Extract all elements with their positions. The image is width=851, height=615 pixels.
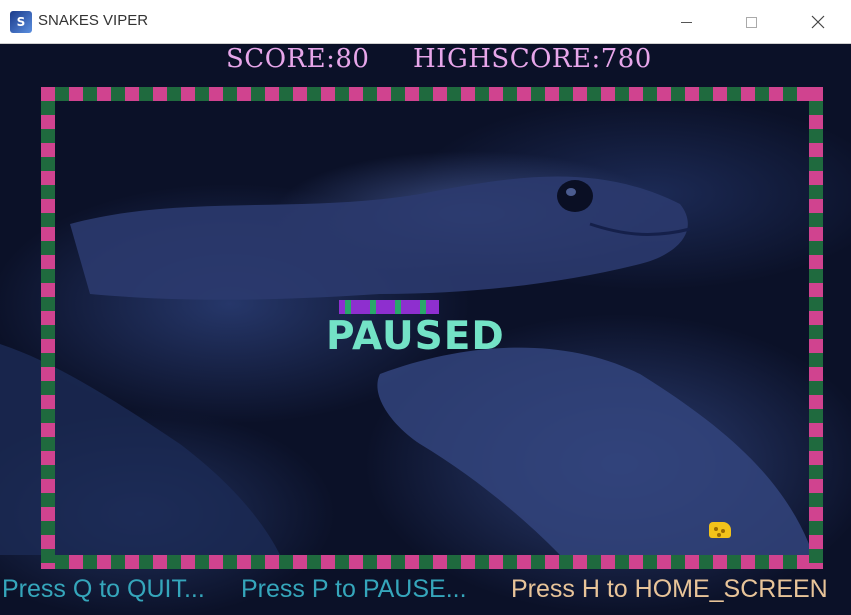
arena-border-right [809,87,823,569]
minimize-button[interactable] [663,0,709,44]
snake-body [339,300,439,314]
window-titlebar: S SNAKES VIPER [0,0,851,44]
home-screen-hint: Press H to HOME_SCREEN [511,575,828,603]
close-icon [811,15,825,29]
arena-border-left [41,87,55,569]
score-text: SCORE:80 [226,44,370,74]
arena-border-bottom [41,555,823,569]
quit-hint: Press Q to QUIT... [2,575,205,603]
game-canvas[interactable]: SCORE:80 HIGHSCORE:780 PAUSED Press Q to… [0,44,851,615]
window-title: SNAKES VIPER [38,12,149,29]
cheese-icon [709,522,731,538]
pause-hint: Press P to PAUSE... [241,575,467,603]
close-button[interactable] [795,0,841,44]
minimize-icon [680,21,692,23]
paused-status: PAUSED [326,314,505,359]
snake-app-icon: S [10,11,32,33]
maximize-button[interactable] [728,0,774,44]
highscore-text: HIGHSCORE:780 [413,44,652,74]
arena-border-top [41,87,823,101]
maximize-icon [745,16,757,28]
